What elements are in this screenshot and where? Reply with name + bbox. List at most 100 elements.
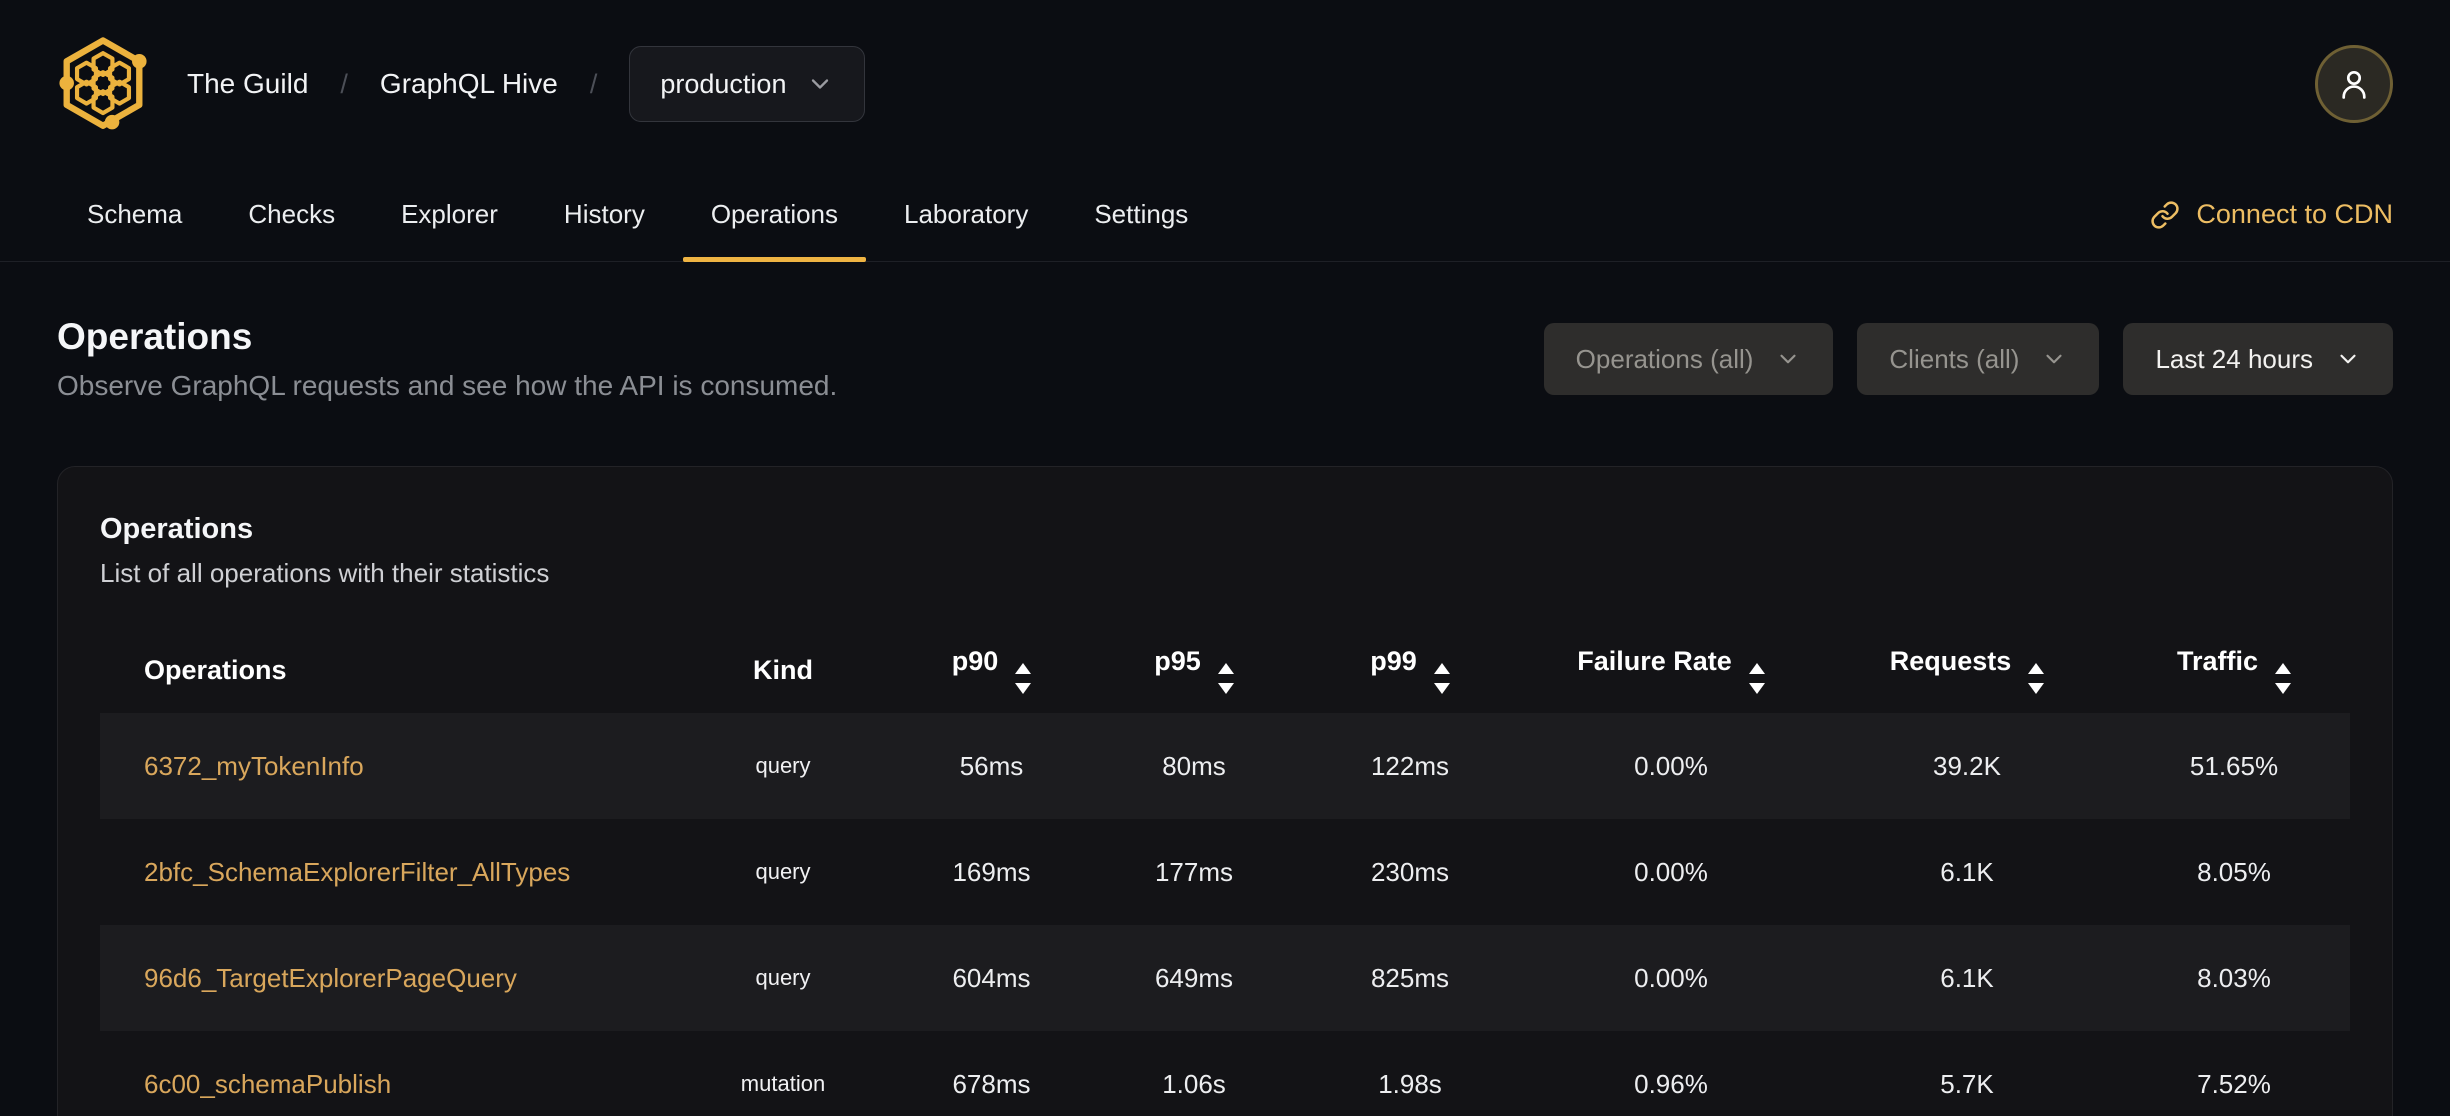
cell-p90: 169ms [952,856,1031,887]
breadcrumb: The Guild / GraphQL Hive / production [187,46,866,122]
column-label: Traffic [2176,646,2259,676]
page-title-block: Operations Observe GraphQL requests and … [57,316,837,402]
table-row: 2bfc_SchemaExplorerFilter_AllTypes query 1… [100,819,2350,925]
link-icon [2150,200,2180,230]
cell-failure_rate: 0.00% [1634,962,1708,993]
connect-cdn-label: Connect to CDN [2196,199,2393,229]
tab-history[interactable]: History [534,168,675,261]
sort-icon[interactable] [2028,663,2045,694]
column-header-failure_rate[interactable]: Failure Rate [1526,627,1816,713]
tab-label: Explorer [401,199,498,229]
cell-requests: 6.1K [1940,856,1994,887]
column-header-traffic[interactable]: Traffic [2118,627,2350,713]
column-label: p99 [1370,646,1417,676]
tab-operations[interactable]: Operations [681,168,868,262]
cell-kind: query [755,965,811,990]
chevron-down-icon [2335,346,2361,372]
table-row: 6c00_schemaPublish mutation 678ms 1.06s 1.98… [100,1031,2350,1116]
operation-link[interactable]: 6c00_schemaPublish [144,1069,391,1099]
tab-settings[interactable]: Settings [1064,168,1218,261]
cell-failure_rate: 0.96% [1634,1068,1708,1099]
breadcrumb-project-link[interactable]: GraphQL Hive [380,68,558,100]
column-label: Failure Rate [1577,646,1732,676]
cell-p95: 177ms [1154,856,1234,887]
column-label: Kind [753,654,813,685]
cell-p99: 122ms [1370,750,1450,781]
operation-link[interactable]: 96d6_TargetExplorerPageQuery [144,963,517,993]
cell-p90: 678ms [952,1068,1031,1099]
chevron-down-icon [1775,346,1801,372]
hive-logo[interactable] [57,35,149,133]
operation-link[interactable]: 6372_myTokenInfo [144,751,364,781]
operation-link[interactable]: 2bfc_SchemaExplorerFilter_AllTypes [144,857,570,887]
cell-p95: 1.06s [1162,1068,1226,1099]
column-header-requests[interactable]: Requests [1816,627,2118,713]
column-header-kind: Kind [677,627,889,713]
column-header-p95[interactable]: p95 [1094,627,1294,713]
filters: Operations (all) Clients (all) Last 24 hou… [1543,323,2393,395]
operations-filter-label: Operations (all) [1575,343,1754,374]
period-filter[interactable]: Last 24 hours [2123,323,2393,395]
page-head: Operations Observe GraphQL requests and … [0,262,2450,466]
cell-kind: query [755,753,811,778]
tab-label: History [563,199,645,229]
clients-filter[interactable]: Clients (all) [1857,323,2100,395]
page-title: Operations [57,316,253,357]
target-selector[interactable]: production [629,46,866,122]
column-header-p90[interactable]: p90 [889,627,1094,713]
tab-checks[interactable]: Checks [218,168,365,261]
tab-label: Checks [248,199,336,229]
target-selector-label: production [660,68,787,99]
hive-logo-icon [59,37,147,130]
sort-icon[interactable] [1748,663,1765,694]
main-nav: Schema Checks Explorer History Operations Lab… [0,168,2450,262]
breadcrumb-separator: / [589,68,598,99]
cell-kind: query [755,859,811,884]
operations-card: Operations List of all operations with t… [57,466,2393,1116]
column-header-p99[interactable]: p99 [1294,627,1526,713]
cell-name: 96d6_TargetExplorerPageQuery [100,925,677,1031]
column-label: Requests [1889,646,2012,676]
cell-traffic: 7.52% [2197,1068,2271,1099]
cell-name: 6372_myTokenInfo [100,713,677,819]
sort-icon[interactable] [1217,663,1234,694]
cell-p99: 825ms [1370,962,1450,993]
table-row: 6372_myTokenInfo query 56ms 80ms 122ms 0.00% 3… [100,713,2350,819]
tab-label: Settings [1094,199,1189,229]
operations-filter[interactable]: Operations (all) [1543,323,1834,395]
breadcrumb-org-link[interactable]: The Guild [187,68,308,100]
tab-explorer[interactable]: Explorer [371,168,528,261]
cell-p99: 230ms [1370,856,1450,887]
column-label: Operations [144,654,287,685]
cell-p95: 80ms [1162,750,1226,781]
cell-name: 2bfc_SchemaExplorerFilter_AllTypes [100,819,677,925]
column-label: p95 [1154,646,1201,676]
page-subtitle: Observe GraphQL requests and see how the… [57,370,838,401]
graphql-hive-app: The Guild / GraphQL Hive / production Sc… [0,0,2450,1116]
card-title: Operations [100,513,254,545]
tab-label: Operations [710,199,839,229]
period-filter-label: Last 24 hours [2155,343,2313,374]
chevron-down-icon [2041,346,2067,372]
connect-cdn-link[interactable]: Connect to CDN [2150,168,2393,261]
cell-failure_rate: 0.00% [1634,750,1708,781]
tab-laboratory[interactable]: Laboratory [874,168,1058,261]
cell-p90: 56ms [959,750,1024,781]
cell-failure_rate: 0.00% [1634,856,1708,887]
tab-label: Schema [87,199,183,229]
cell-requests: 39.2K [1933,750,2001,781]
cell-kind: mutation [740,1071,826,1096]
tab-schema[interactable]: Schema [57,168,212,261]
user-icon [2342,70,2366,99]
sort-icon[interactable] [1015,663,1032,694]
cell-traffic: 8.03% [2197,962,2271,993]
sort-icon[interactable] [2275,663,2292,694]
cell-p95: 649ms [1154,962,1234,993]
user-avatar-button[interactable] [2315,45,2393,123]
breadcrumb-separator: / [340,68,348,99]
tab-label: Laboratory [904,199,1029,229]
table-row: 96d6_TargetExplorerPageQuery query 604ms 64… [100,925,2350,1031]
cell-traffic: 51.65% [2189,750,2279,781]
column-label: p90 [951,646,999,676]
sort-icon[interactable] [1433,663,1450,694]
